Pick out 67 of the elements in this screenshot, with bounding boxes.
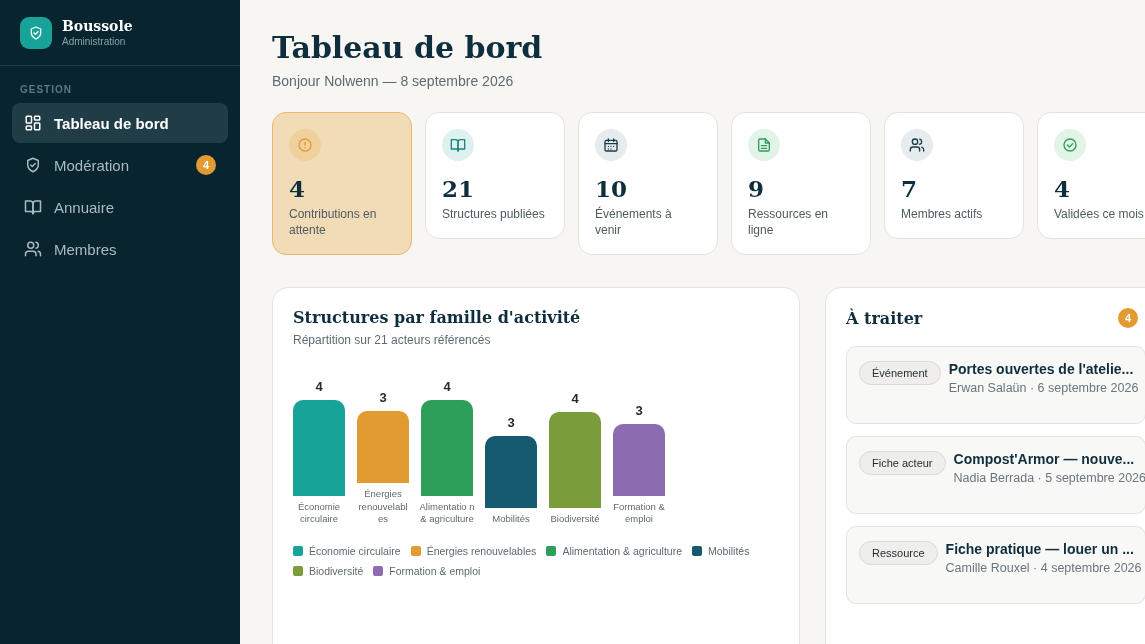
brand-name: Boussole xyxy=(62,18,133,34)
stat-value: 7 xyxy=(901,175,918,202)
count-badge: 4 xyxy=(196,155,216,175)
page-subtitle: Bonjour Nolwenn — 8 septembre 2026 xyxy=(272,73,515,89)
nav-item[interactable]: Tableau de bord xyxy=(12,103,228,143)
task-meta: Camille Rouxel · 4 septembre 2026 xyxy=(945,560,1142,577)
legend-label: Biodiversité xyxy=(309,565,364,578)
stat-value: 4 xyxy=(289,175,306,202)
task-title: Compost'Armor — nouve... xyxy=(953,451,1136,468)
card-title: À traiter xyxy=(846,308,923,328)
calendar-icon xyxy=(595,129,627,161)
task-meta: Erwan Salaün · 6 septembre 2026 xyxy=(948,380,1140,397)
type-tag: Fiche acteur xyxy=(859,451,946,476)
value-label: 4 xyxy=(443,378,451,394)
stat-label: Structures publiées xyxy=(442,206,546,223)
users-icon xyxy=(24,240,42,258)
legend-label: Alimentation & agriculture xyxy=(562,545,683,558)
category-label: Alimentatio n & agriculture xyxy=(418,500,476,526)
category-label: Économie circulaire xyxy=(296,500,342,526)
stat-label: Validées ce mois xyxy=(1054,206,1145,223)
stat-label: Contributions en attente xyxy=(289,206,378,239)
grid-icon xyxy=(24,114,42,132)
task-item[interactable]: Ressource Fiche pratique — louer un ... Camille Rouxel · 4 septembre 2026 xyxy=(846,526,1145,605)
task-title: Fiche pratique — louer un ... xyxy=(945,541,1135,558)
check-circle-icon xyxy=(1054,129,1086,161)
legend-label: Économie circulaire xyxy=(309,545,401,558)
users-icon xyxy=(901,129,933,161)
stat-value: 9 xyxy=(748,175,765,202)
stat-label: Ressources en ligne xyxy=(748,206,830,239)
page-title: Tableau de bord xyxy=(272,30,544,65)
task-item[interactable]: Événement Portes ouvertes de l'atelie... Erwan Salaün · 6 septembre 2026 xyxy=(846,346,1145,425)
type-tag: Événement xyxy=(859,361,941,386)
shield-logo-icon xyxy=(20,16,52,49)
card-title: Structures par famille d'activité xyxy=(293,308,582,328)
document-icon xyxy=(748,129,780,161)
stat-label: Membres actifs xyxy=(901,206,984,223)
category-label: Formation & emploi xyxy=(612,500,666,526)
value-label: 3 xyxy=(507,415,515,431)
brand-subtitle: Administration xyxy=(62,36,127,47)
legend-label: Mobilités xyxy=(708,545,750,558)
book-icon xyxy=(442,129,474,161)
nav-item[interactable]: Membres xyxy=(12,229,228,269)
type-tag: Ressource xyxy=(859,541,938,566)
nav-item[interactable]: Annuaire xyxy=(12,187,228,227)
task-title: Portes ouvertes de l'atelie... xyxy=(948,361,1135,378)
value-label: 4 xyxy=(315,378,323,394)
alert-icon xyxy=(289,129,321,161)
card-subtitle: Répartition sur 21 acteurs référencés xyxy=(293,333,492,348)
legend-label: Énergies renouvelables xyxy=(426,545,537,558)
stat-label: Événements à venir xyxy=(595,206,673,239)
shield-icon xyxy=(24,156,42,174)
task-meta: Nadia Berrada · 5 septembre 2026 xyxy=(953,470,1145,487)
stat-value: 21 xyxy=(442,175,475,202)
legend-label: Formation & emploi xyxy=(389,565,481,578)
stat-value: 10 xyxy=(595,175,628,202)
category-label: Biodiversité xyxy=(549,513,601,526)
value-label: 3 xyxy=(635,402,643,418)
value-label: 4 xyxy=(571,391,579,407)
category-label: Mobilités xyxy=(491,513,531,526)
category-label: Énergies renouvelabl es xyxy=(357,488,409,526)
task-item[interactable]: Fiche acteur Compost'Armor — nouve... Nadia Berrada · 5 septembre 2026 xyxy=(846,436,1145,515)
nav-item[interactable]: Modération 4 xyxy=(12,145,228,185)
count-badge: 4 xyxy=(1118,308,1138,329)
value-label: 3 xyxy=(379,390,387,406)
section-heading: GESTION xyxy=(19,83,73,97)
stat-value: 4 xyxy=(1054,175,1071,202)
book-icon xyxy=(24,198,42,216)
